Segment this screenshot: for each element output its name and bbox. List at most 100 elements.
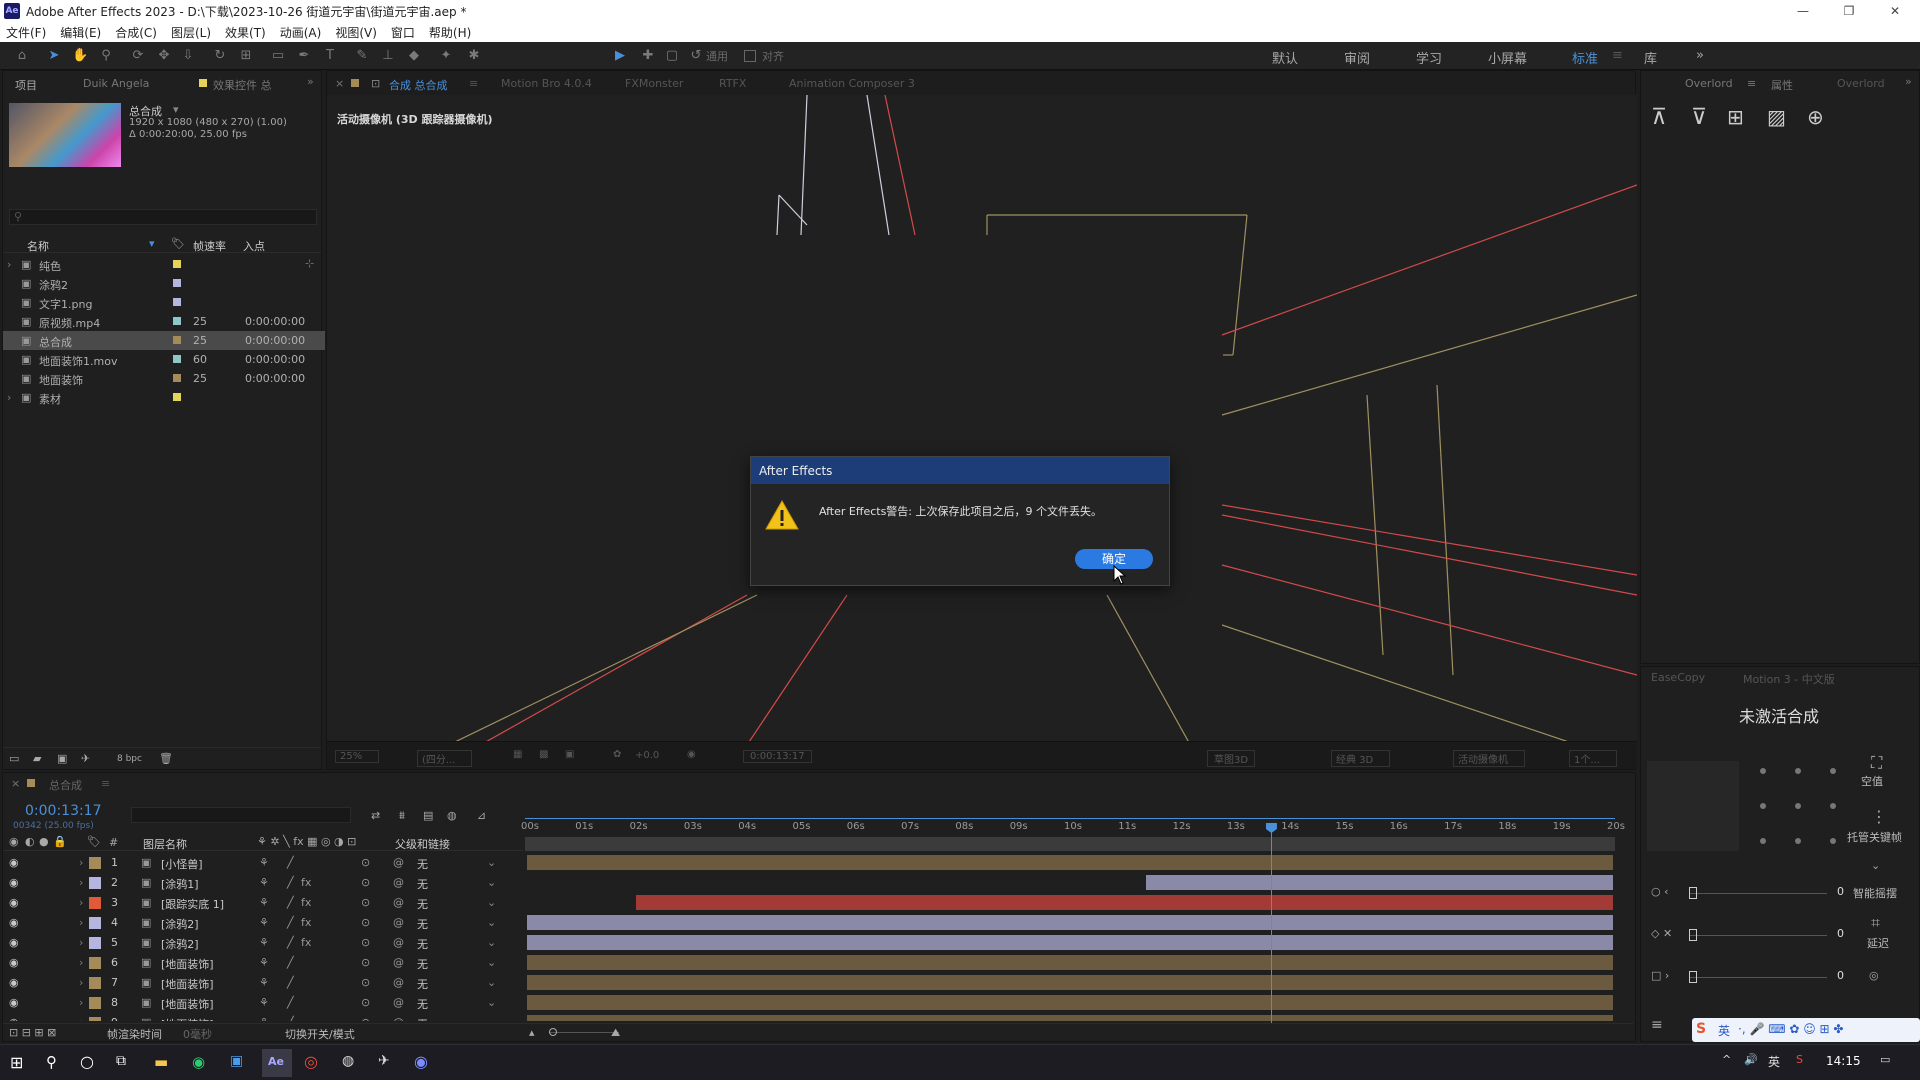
draft-3d-icon[interactable]: ⩩ — [399, 809, 405, 823]
column-name[interactable]: 名称 — [27, 238, 49, 254]
keyframe-host-icon[interactable]: ⋮ — [1871, 807, 1887, 826]
app-icon-1[interactable]: ▣ — [230, 1053, 243, 1069]
overlord-tab-menu-icon[interactable]: ≡ — [1747, 77, 1756, 90]
tab-duik[interactable]: Duik Angela — [83, 77, 149, 90]
null-icon[interactable]: ⛶ — [1871, 753, 1882, 773]
flowchart-icon[interactable]: ⊹ — [305, 257, 314, 270]
zoom-out-icon[interactable]: ▴ — [529, 1026, 535, 1039]
layer-name[interactable]: [地面装饰] — [161, 976, 214, 992]
layer-name[interactable]: [涂鸦1] — [161, 876, 199, 892]
pick-whip-icon[interactable]: @ — [393, 936, 404, 949]
shy-switch-icon[interactable]: ⚘ — [259, 936, 269, 949]
ime-indicator[interactable]: 英 — [1768, 1053, 1780, 1070]
3d-layer-icon[interactable]: ⊙ — [361, 876, 370, 889]
3d-rotate-icon[interactable]: ↺ — [688, 48, 704, 64]
visibility-col-icon[interactable]: ◉ — [9, 835, 19, 848]
parent-value[interactable]: 无 — [417, 996, 428, 1012]
parent-value[interactable]: 无 — [417, 936, 428, 952]
slider-thumb-3[interactable] — [1689, 971, 1697, 983]
timeline-current-time[interactable]: 0:00:13:17 — [25, 803, 102, 819]
expand-arrow-icon[interactable]: › — [79, 956, 83, 969]
render-queue-icon[interactable]: ✈ — [81, 752, 90, 765]
solo-col-icon[interactable]: ● — [39, 835, 49, 848]
3d-layer-icon[interactable]: ⊙ — [361, 996, 370, 1009]
parent-value[interactable]: 无 — [417, 876, 428, 892]
layer-label-swatch[interactable] — [89, 857, 101, 869]
toggle-switches-modes[interactable]: 切换开关/模式 — [285, 1026, 355, 1042]
menu-animation[interactable]: 动画(A) — [280, 24, 322, 41]
pick-whip-icon[interactable]: @ — [393, 976, 404, 989]
cortana-icon[interactable]: ○ — [80, 1052, 94, 1071]
eraser-tool-icon[interactable]: ◆ — [406, 48, 422, 64]
label-color-swatch[interactable] — [173, 317, 181, 325]
pan-camera-icon[interactable]: ✥ — [156, 48, 172, 64]
quality-switch-icon[interactable]: ╱ — [287, 936, 294, 949]
chevron-icon[interactable]: ⌄ — [1871, 859, 1880, 872]
expand-arrow-icon[interactable]: › — [79, 1016, 83, 1021]
menu-help[interactable]: 帮助(H) — [429, 24, 471, 41]
workspace-menu-icon[interactable]: ≡ — [1612, 48, 1623, 63]
slider-thumb-1[interactable] — [1689, 887, 1697, 899]
action-keyframe-host[interactable]: 托管关键帧 — [1847, 829, 1902, 845]
3d-layer-icon[interactable]: ⊙ — [361, 976, 370, 989]
workspace-review[interactable]: 审阅 — [1344, 48, 1370, 67]
project-item[interactable]: ▣ 原视频.mp4 25 0:00:00:00 — [3, 312, 325, 331]
interpret-footage-icon[interactable]: ▭ — [9, 752, 19, 765]
layer-name[interactable]: [涂鸦2] — [161, 916, 199, 932]
shy-switch-icon[interactable]: ⚘ — [259, 856, 269, 869]
zoom-dropdown[interactable]: 25% — [335, 750, 380, 763]
tab-rtfx[interactable]: RTFX — [719, 77, 746, 90]
tab-timeline-comp[interactable]: 总合成 — [49, 777, 82, 793]
project-search-input[interactable]: ⚲ — [9, 209, 317, 225]
target-icon[interactable]: ◎ — [1869, 969, 1879, 982]
layer-name[interactable]: [地面装饰] — [161, 956, 214, 972]
close-tab-icon[interactable]: × — [335, 77, 344, 90]
label-color-swatch[interactable] — [173, 279, 181, 287]
shy-switch-icon[interactable]: ⚘ — [259, 956, 269, 969]
action-null[interactable]: 空值 — [1861, 773, 1883, 789]
app-icon-2[interactable]: ◍ — [342, 1053, 354, 1069]
3d-layer-icon[interactable]: ⊙ — [361, 896, 370, 909]
overlord-push-icon[interactable]: ⊼ — [1651, 105, 1667, 130]
slider-track-1[interactable] — [1689, 893, 1827, 894]
toggle-switches-icon[interactable]: ⊡ ⊟ ⊞ ⊠ — [9, 1026, 56, 1039]
timeline-search-input[interactable] — [131, 807, 351, 823]
zoom-tool-icon[interactable]: ⚲ — [98, 48, 114, 64]
chevron-down-icon[interactable]: ⌄ — [487, 896, 496, 909]
chevron-down-icon[interactable]: ⌄ — [487, 1016, 496, 1021]
menu-composition[interactable]: 合成(C) — [115, 24, 157, 41]
project-item[interactable]: ▣ 涂鸦2 — [3, 274, 325, 293]
selection-tool-icon[interactable]: ➤ — [46, 48, 62, 64]
overlord-image-icon[interactable]: ▨ — [1767, 105, 1786, 129]
layer-duration-bar[interactable] — [527, 855, 1613, 870]
circle-toggle-icon[interactable]: ○ ‹ — [1651, 885, 1669, 898]
layer-label-swatch[interactable] — [89, 897, 101, 909]
workspace-library[interactable]: 库 — [1644, 48, 1657, 67]
menu-layer[interactable]: 图层(L) — [171, 24, 211, 41]
ime-lang-label[interactable]: 英 — [1718, 1022, 1730, 1039]
menu-view[interactable]: 视图(V) — [335, 24, 377, 41]
layer-row[interactable]: ◉ › 9 ▣ [地面装饰] ⚘ ╱ ⊙ @ 无 ⌄ — [3, 1013, 1633, 1021]
menu-file[interactable]: 文件(F) — [6, 24, 46, 41]
expand-arrow-icon[interactable]: › — [79, 976, 83, 989]
task-view-icon[interactable]: ⧉ — [116, 1053, 126, 1069]
new-comp-icon[interactable]: ▣ — [57, 752, 67, 765]
puppet-pin-icon[interactable]: ✱ — [466, 48, 482, 64]
action-delay[interactable]: 延迟 — [1867, 935, 1889, 951]
parent-value[interactable]: 无 — [417, 896, 428, 912]
comp-tab-menu-icon[interactable]: ≡ — [469, 77, 478, 90]
tab-comp-main[interactable]: 合成 总合成 — [389, 77, 448, 93]
layer-duration-bar[interactable] — [527, 995, 1613, 1010]
menu-effect[interactable]: 效果(T) — [225, 24, 266, 41]
diamond-toggle-icon[interactable]: ◇ ✕ — [1651, 927, 1672, 940]
after-effects-taskbar-button[interactable]: Ae — [262, 1049, 292, 1077]
shy-icon[interactable]: ▤ — [423, 809, 433, 822]
color-channel-icon[interactable]: ✿ — [613, 749, 621, 760]
layer-duration-bar[interactable] — [527, 955, 1613, 970]
chevron-down-icon[interactable]: ▾ — [173, 103, 179, 116]
layer-duration-bar[interactable] — [527, 915, 1613, 930]
orbit-camera-icon[interactable]: ⟳ — [130, 48, 146, 64]
project-item[interactable]: ▣ 总合成 25 0:00:00:00 — [3, 331, 325, 350]
chrome-icon[interactable]: ◎ — [304, 1052, 318, 1071]
layer-label-swatch[interactable] — [89, 937, 101, 949]
